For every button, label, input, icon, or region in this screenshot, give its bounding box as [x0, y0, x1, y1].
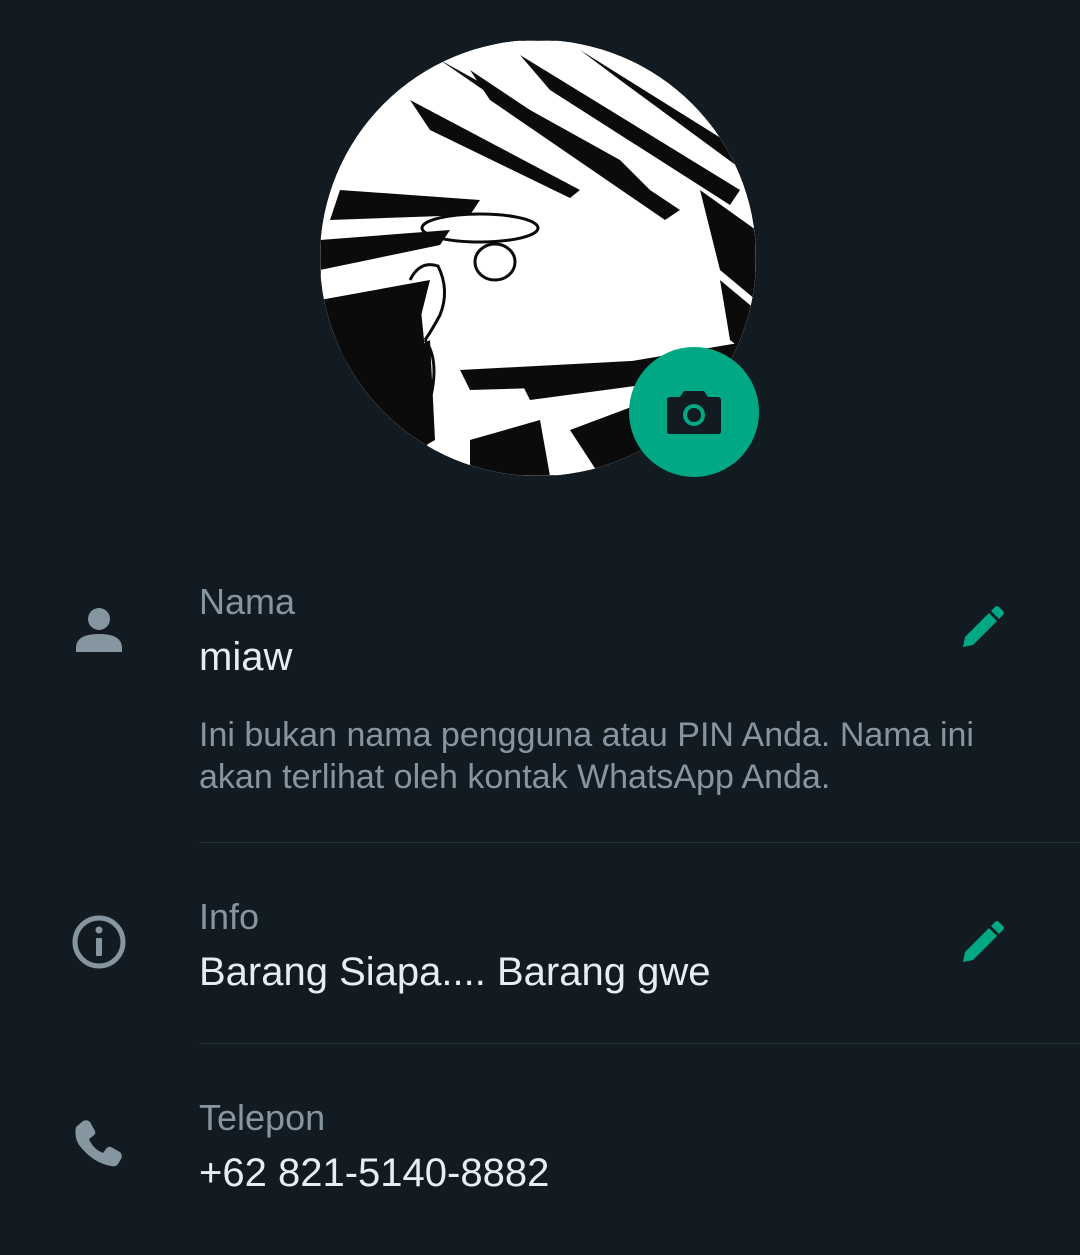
pencil-icon	[963, 606, 1004, 647]
edit-about-button[interactable]	[952, 915, 1010, 973]
info-icon	[70, 913, 128, 971]
name-row[interactable]: Nama miaw Ini bukan nama pengguna atau P…	[0, 580, 1080, 842]
change-photo-button[interactable]	[629, 347, 759, 477]
about-row[interactable]: Info Barang Siapa.... Barang gwe	[0, 893, 1080, 1043]
phone-value: +62 821-5140-8882	[199, 1151, 550, 1195]
phone-label: Telepon	[199, 1097, 326, 1138]
name-value: miaw	[199, 635, 293, 679]
about-value: Barang Siapa.... Barang gwe	[199, 950, 711, 994]
about-label: Info	[199, 896, 260, 937]
profile-photo-container	[320, 40, 760, 480]
camera-icon	[667, 391, 721, 434]
person-icon	[70, 600, 128, 658]
phone-row: Telepon +62 821-5140-8882	[0, 1094, 1080, 1234]
edit-name-button[interactable]	[952, 600, 1010, 658]
pencil-icon	[963, 921, 1004, 962]
divider	[199, 1043, 1080, 1044]
name-hint: Ini bukan nama pengguna atau PIN Anda. N…	[199, 716, 974, 796]
divider	[199, 842, 1080, 843]
name-label: Nama	[199, 581, 296, 622]
phone-icon	[70, 1114, 128, 1172]
